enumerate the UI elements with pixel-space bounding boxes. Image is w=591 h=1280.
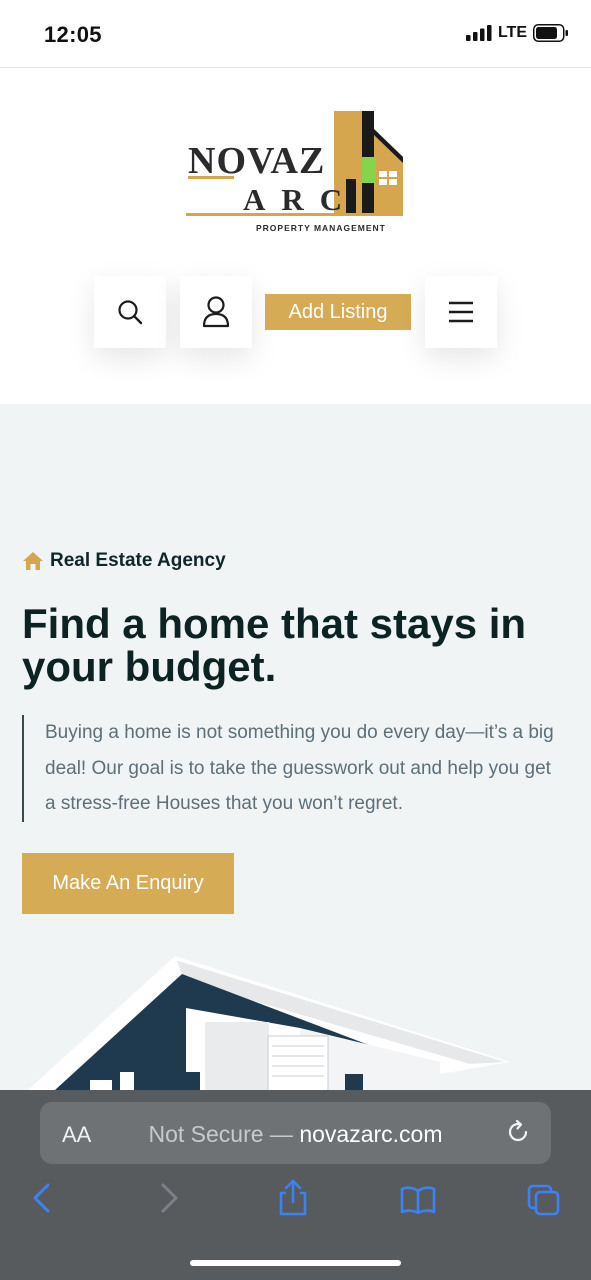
account-button[interactable]: [180, 276, 252, 348]
site-logo[interactable]: NOVAZ ARC PROPERTY MANAGEMENT: [186, 109, 408, 239]
add-listing-button[interactable]: Add Listing: [265, 294, 411, 330]
make-enquiry-button[interactable]: Make An Enquiry: [22, 853, 234, 914]
building-image: [28, 956, 510, 1094]
menu-icon: [449, 301, 473, 323]
bookmarks-icon[interactable]: [400, 1186, 436, 1214]
eyebrow: Real Estate Agency: [22, 550, 226, 572]
eyebrow-label: Real Estate Agency: [50, 550, 226, 571]
home-icon: [23, 552, 43, 570]
tabs-icon[interactable]: [527, 1184, 561, 1216]
browser-chrome: AA Not Secure — novazarc.com: [0, 1090, 591, 1280]
header-nav: Add Listing: [0, 276, 591, 348]
forward-icon[interactable]: [157, 1182, 181, 1214]
hero-description: Buying a home is not something you do ev…: [22, 715, 562, 822]
status-indicators: LTE: [465, 24, 569, 42]
hero-title: Find a home that stays in your budget.: [22, 600, 527, 691]
back-icon[interactable]: [30, 1182, 54, 1214]
status-bar: 12:05 LTE: [0, 0, 591, 68]
battery-icon: [533, 24, 568, 42]
logo-sub: ARC: [243, 182, 359, 217]
address-text[interactable]: Not Secure — novazarc.com: [40, 1121, 551, 1148]
network-label: LTE: [497, 24, 527, 41]
signal-icon: [465, 25, 492, 41]
logo-rule-left: [188, 176, 234, 179]
home-indicator[interactable]: [190, 1260, 401, 1266]
search-icon: [118, 300, 143, 325]
menu-button[interactable]: [425, 276, 497, 348]
address-host: novazarc.com: [299, 1121, 443, 1147]
hero-section: Real Estate Agency Find a home that stay…: [0, 404, 591, 1094]
share-icon[interactable]: [278, 1178, 308, 1216]
security-label: Not Secure —: [148, 1121, 293, 1147]
reload-icon[interactable]: [505, 1119, 531, 1145]
logo-tagline: PROPERTY MANAGEMENT: [256, 223, 386, 233]
status-time: 12:05: [44, 22, 102, 47]
site-header: NOVAZ ARC PROPERTY MANAGEMENT Add Listin…: [0, 69, 591, 404]
address-bar[interactable]: AA Not Secure — novazarc.com: [40, 1102, 551, 1164]
search-button[interactable]: [94, 276, 166, 348]
user-icon: [202, 296, 230, 328]
